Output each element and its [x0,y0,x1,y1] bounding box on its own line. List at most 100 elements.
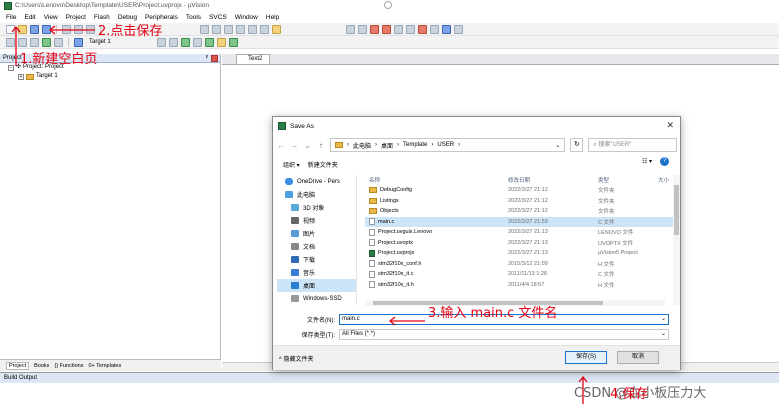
recent-locations-icon[interactable]: ⌄ [304,141,312,150]
translate-icon[interactable] [6,37,15,47]
menu-view[interactable]: View [44,14,58,21]
target-node[interactable]: + Target 1 [0,72,220,81]
select-packs-icon[interactable] [192,37,202,47]
cancel-button[interactable]: 取消 [617,351,659,364]
hide-folders-toggle[interactable]: ^ 隐藏文件夹 [279,354,314,363]
up-arrow-icon[interactable]: ↑ [317,141,325,150]
address-bar[interactable]: › 此电脑 › 桌面 › Template › USER › ⌄ [330,138,566,152]
menu-debug[interactable]: Debug [118,14,137,21]
clear-breakpoints-icon[interactable] [418,24,427,34]
nav-item-onedrive[interactable]: OneDrive - Pers [277,175,356,188]
debug-session-icon[interactable] [370,24,379,34]
pack-installer-icon[interactable] [180,37,190,47]
configure-icon[interactable] [454,24,463,34]
cut-icon[interactable] [62,24,71,34]
comment-icon[interactable] [248,24,257,34]
tab-templates[interactable]: 0+ Templates [88,363,121,369]
bookmark-icon[interactable] [430,24,439,34]
redo-icon[interactable] [212,24,221,34]
chevron-down-icon[interactable]: ⌄ [661,315,666,324]
column-type[interactable]: 类型 [598,176,658,184]
refresh-icon[interactable]: ↻ [570,138,584,152]
outdent-icon[interactable] [236,24,245,34]
file-row[interactable]: stm32f10x_it.h 2011/4/4 18:57 H 文件 [365,280,677,291]
undo-icon[interactable] [200,24,209,34]
menu-project[interactable]: Project [66,14,86,21]
incremental-find-icon[interactable] [358,24,367,34]
file-row[interactable]: stm32f10x_it.c 2011/11/13 1:28 C 文件 [365,269,677,280]
open-file-icon[interactable] [18,24,27,34]
chevron-down-icon[interactable]: ⌄ [661,330,666,339]
run-environment-icon[interactable] [204,37,214,47]
organize-button[interactable]: 组织 ▾ [283,160,300,169]
menu-file[interactable]: File [6,14,16,21]
search-input[interactable]: ⌕ 搜索"USER" [588,138,677,152]
stop-build-icon[interactable] [54,37,63,47]
nav-item-desktop[interactable]: 桌面 [277,279,356,292]
window-layout-icon[interactable] [442,24,451,34]
new-file-icon[interactable] [6,24,15,34]
rebuild-icon[interactable] [30,37,39,47]
help-icon[interactable]: ? [660,157,669,166]
save-button[interactable]: 保存(S) [565,351,607,364]
nav-item-pictures[interactable]: 图片 [277,227,356,240]
event-recorder-icon[interactable] [216,37,226,47]
save-icon[interactable] [30,24,39,34]
file-row[interactable]: Project.uvguix.Lenovo 2022/3/27 21:13 LE… [365,227,677,238]
file-row-selected[interactable]: main.c 2022/3/27 21:59 C 文件 [365,216,677,227]
file-row[interactable]: stm32f10x_conf.h 2015/3/12 21:09 H 文件 [365,259,677,270]
uncomment-icon[interactable] [260,24,269,34]
file-row[interactable]: Objects 2022/3/27 21:12 文件夹 [365,206,677,217]
paste-icon[interactable] [86,24,95,34]
manage-components-icon[interactable] [168,37,178,47]
menu-help[interactable]: Help [266,14,279,21]
pin-icon[interactable]: ᵖ [206,54,208,63]
find-icon[interactable] [346,24,355,34]
copy-icon[interactable] [74,24,83,34]
close-icon[interactable]: ✕ [666,120,674,131]
tab-project[interactable]: Project [6,361,30,370]
menu-window[interactable]: Window [235,14,258,21]
tab-functions[interactable]: {} Functions [54,363,83,369]
file-list[interactable]: 名称 修改日期 类型 大小 DebugConfig 2022/3/27 21:1… [365,175,677,305]
download-icon[interactable] [74,37,83,47]
breadcrumb-template[interactable]: Template [403,142,427,148]
new-folder-button[interactable]: 新建文件夹 [308,160,338,169]
navigation-pane[interactable]: OneDrive - Pers 此电脑 3D 对象 视频 图片 文档 下载 音乐… [277,175,357,305]
nav-item-downloads[interactable]: 下载 [277,253,356,266]
forward-arrow-icon[interactable]: → [290,141,298,150]
file-row[interactable]: DebugConfig 2022/3/27 21:12 文件夹 [365,185,677,196]
nav-item-videos[interactable]: 视频 [277,214,356,227]
batch-build-icon[interactable] [42,37,51,47]
collapse-icon[interactable]: − [8,64,14,71]
file-row[interactable]: Project.uvoptx 2022/3/27 21:13 UVOPTX 文件 [365,238,677,249]
nav-item-documents[interactable]: 文档 [277,240,356,253]
nav-item-this-pc[interactable]: 此电脑 [277,188,356,201]
manage-project-icon[interactable] [228,37,238,47]
column-date[interactable]: 修改日期 [508,176,598,184]
kill-breakpoints-icon[interactable] [406,24,415,34]
nav-item-music[interactable]: 音乐 [277,266,356,279]
column-name[interactable]: 名称 [365,176,508,184]
breadcrumb-user[interactable]: USER [437,142,454,148]
close-icon[interactable] [211,55,218,62]
scrollbar-thumb[interactable] [674,185,679,235]
view-options-icon[interactable]: ☷ ▾ [642,158,652,165]
save-all-icon[interactable] [42,24,51,34]
indent-icon[interactable] [224,24,233,34]
scrollbar-thumb[interactable] [373,301,603,305]
address-dropdown-icon[interactable]: ⌄ [555,142,560,149]
column-size[interactable]: 大小 [658,176,674,184]
file-list-scrollbar[interactable] [673,175,680,305]
file-row[interactable]: Project.uvprojx 2022/3/27 21:13 µVision5… [365,248,677,259]
menu-flash[interactable]: Flash [94,14,110,21]
filetype-select[interactable]: All Files (*.*) ⌄ [339,328,669,340]
nav-item-3d-objects[interactable]: 3D 对象 [277,201,356,214]
menu-peripherals[interactable]: Peripherals [145,14,178,21]
find-in-files-icon[interactable] [272,24,281,34]
back-arrow-icon[interactable]: ← [277,141,285,150]
menu-tools[interactable]: Tools [186,14,201,21]
breadcrumb-desktop[interactable]: 桌面 [381,141,393,150]
menu-edit[interactable]: Edit [24,14,35,21]
nav-item-windows-ssd[interactable]: Windows-SSD [277,292,356,305]
